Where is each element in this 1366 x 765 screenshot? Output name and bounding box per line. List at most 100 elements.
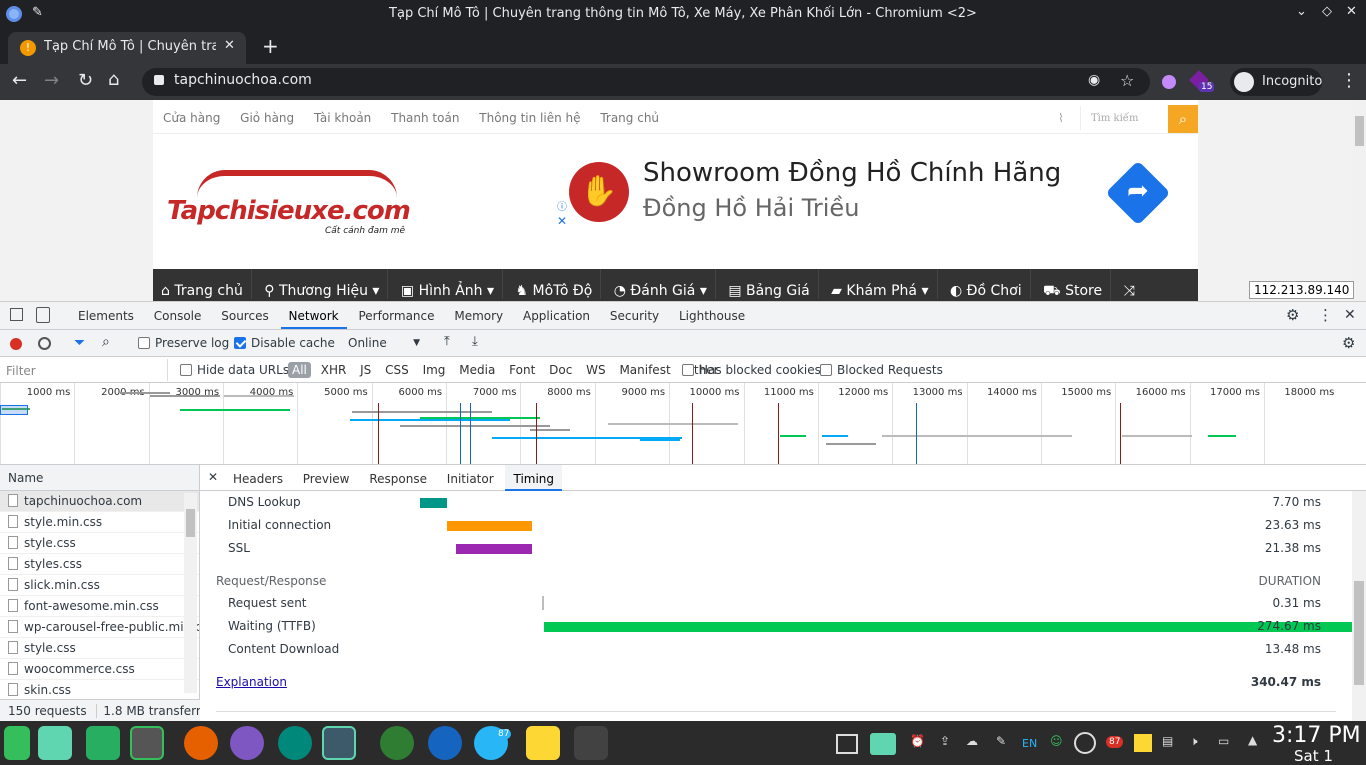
notes-icon[interactable] xyxy=(526,726,560,760)
ad-banner[interactable]: ⓘ ✕ ✋ Showroom Đồng Hồ Chính Hãng Đồng H… xyxy=(555,152,1183,232)
type-manifest[interactable]: Manifest xyxy=(615,362,674,378)
alarm-tray-icon[interactable]: ⏰ xyxy=(910,734,925,748)
blocked-cookies-checkbox[interactable]: Has blocked cookies xyxy=(682,363,821,377)
detail-scrollbar[interactable] xyxy=(1352,491,1366,721)
topnav-checkout[interactable]: Thanh toán xyxy=(391,111,459,125)
volume-icon[interactable]: 🕨 xyxy=(1190,734,1198,749)
x-tray-icon[interactable] xyxy=(1074,732,1096,754)
home-icon[interactable]: ⌂ xyxy=(108,69,119,90)
upload-tray-icon[interactable]: ⇪ xyxy=(940,734,950,748)
site-search-input[interactable]: Tìm kiếm xyxy=(1080,106,1168,130)
page-scrollbar[interactable] xyxy=(1353,100,1366,301)
tab-security[interactable]: Security xyxy=(602,302,667,329)
rss-icon[interactable]: ⌇ xyxy=(1058,111,1064,125)
type-doc[interactable]: Doc xyxy=(545,362,576,378)
preserve-log-checkbox[interactable]: Preserve log xyxy=(138,336,229,350)
blocked-requests-checkbox[interactable]: Blocked Requests xyxy=(820,363,943,377)
reload-icon[interactable]: ↻ xyxy=(78,70,93,91)
request-row[interactable]: font-awesome.min.css xyxy=(0,596,199,617)
address-bar[interactable]: tapchinuochoa.com ◉ ☆ xyxy=(142,68,1150,96)
devtools-menu-icon[interactable]: ⋮ xyxy=(1318,306,1333,324)
ad-close-icon[interactable]: ✕ xyxy=(557,214,567,228)
explanation-link[interactable]: Explanation xyxy=(216,675,287,689)
language-indicator[interactable]: EN xyxy=(1022,737,1037,750)
detail-tab-initiator[interactable]: Initiator xyxy=(439,465,502,491)
export-har-icon[interactable]: ⤓ xyxy=(472,334,478,349)
network-tray-icon[interactable]: ▭ xyxy=(1218,734,1229,748)
request-row[interactable]: slick.min.css xyxy=(0,575,199,596)
shuffle-icon[interactable]: ⤨ xyxy=(1116,269,1143,299)
tab-elements[interactable]: Elements xyxy=(70,302,142,329)
user-tray-icon[interactable]: ☺ xyxy=(1050,734,1063,748)
detail-tab-preview[interactable]: Preview xyxy=(295,465,358,491)
request-list-scroll-thumb[interactable] xyxy=(186,509,195,537)
workspace-icon[interactable] xyxy=(38,726,72,760)
mainnav-prices[interactable]: ▤ Bảng Giá xyxy=(720,269,819,299)
new-tab-button[interactable]: + xyxy=(262,34,279,58)
browser-tab[interactable]: ! Tạp Chí Mô Tô | Chuyên trang ✕ xyxy=(8,32,246,64)
cloud-tray-icon[interactable]: ☁ xyxy=(966,734,978,748)
clipboard-tray-icon[interactable] xyxy=(870,733,896,755)
pidgin-icon[interactable] xyxy=(230,726,264,760)
tab-application[interactable]: Application xyxy=(515,302,598,329)
ad-info-icon[interactable]: ⓘ xyxy=(557,198,567,213)
show-desktop-icon[interactable] xyxy=(836,734,858,754)
clock-time[interactable]: 3:17 PM xyxy=(1272,723,1361,748)
request-row[interactable]: style.css xyxy=(0,533,199,554)
back-icon[interactable]: ← xyxy=(12,70,27,91)
filter-icon[interactable]: ⏷ xyxy=(74,335,85,351)
tab-performance[interactable]: Performance xyxy=(350,302,442,329)
devtools-settings-icon[interactable]: ⚙ xyxy=(1286,306,1299,324)
terminal-icon[interactable] xyxy=(574,726,608,760)
request-row[interactable]: styles.css xyxy=(0,554,199,575)
throttle-select[interactable]: Online ▼ xyxy=(348,336,420,350)
incognito-chip[interactable]: Incognito xyxy=(1230,68,1322,96)
tab-network[interactable]: Network xyxy=(280,302,347,329)
mainnav-store[interactable]: ⛟ Store xyxy=(1035,269,1112,301)
close-detail-icon[interactable]: ✕ xyxy=(208,470,218,484)
type-media[interactable]: Media xyxy=(455,362,499,378)
extension-icon-1[interactable] xyxy=(1162,75,1176,89)
request-list-scrollbar[interactable] xyxy=(184,493,197,693)
filter-input[interactable]: Filter xyxy=(0,359,168,381)
type-css[interactable]: CSS xyxy=(381,362,413,378)
file-manager-icon[interactable] xyxy=(86,726,120,760)
type-font[interactable]: Font xyxy=(505,362,539,378)
mainnav-custom[interactable]: ♞ MôTô Độ xyxy=(507,269,602,299)
request-row[interactable]: wp-carousel-free-public.min.css xyxy=(0,617,199,638)
site-logo[interactable]: Tapchisieuxe.com Cất cánh đam mê xyxy=(167,170,417,240)
tab-lighthouse[interactable]: Lighthouse xyxy=(671,302,753,329)
detail-tab-response[interactable]: Response xyxy=(361,465,435,491)
mainnav-reviews[interactable]: ◔ Đánh Giá ▾ xyxy=(606,269,716,299)
mainnav-explore[interactable]: ▰ Khám Phá ▾ xyxy=(823,269,938,299)
site-search-button[interactable]: ⌕ xyxy=(1168,105,1198,133)
topnav-account[interactable]: Tài khoản xyxy=(314,111,371,125)
type-img[interactable]: Img xyxy=(419,362,450,378)
detail-tab-headers[interactable]: Headers xyxy=(225,465,291,491)
topnav-shop[interactable]: Cửa hàng xyxy=(163,111,220,125)
minimize-icon[interactable]: ⌄ xyxy=(1296,4,1307,19)
request-row[interactable]: style.css xyxy=(0,638,199,659)
mainnav-home[interactable]: ⌂ Trang chủ xyxy=(153,269,252,299)
detail-scroll-thumb[interactable] xyxy=(1354,581,1364,685)
devtools-close-icon[interactable]: ✕ xyxy=(1344,307,1356,323)
globe-icon[interactable] xyxy=(380,726,414,760)
forward-icon[interactable]: → xyxy=(44,70,59,91)
name-column-header[interactable]: Name xyxy=(0,465,199,491)
overview-selection[interactable] xyxy=(0,405,28,415)
detail-tab-timing[interactable]: Timing xyxy=(505,465,563,491)
close-window-icon[interactable]: ✕ xyxy=(1346,4,1357,19)
app-x-icon[interactable] xyxy=(130,726,164,760)
tab-memory[interactable]: Memory xyxy=(446,302,511,329)
network-settings-icon[interactable]: ⚙ xyxy=(1342,334,1355,352)
sticky-tray-icon[interactable] xyxy=(1134,734,1152,752)
device-toolbar-icon[interactable] xyxy=(36,307,50,323)
tab-sources[interactable]: Sources xyxy=(213,302,276,329)
search-icon[interactable]: ⌕ xyxy=(102,334,110,350)
disable-cache-checkbox[interactable]: Disable cache xyxy=(234,336,335,350)
mail-icon[interactable] xyxy=(428,726,462,760)
mainnav-brands[interactable]: ⚲ Thương Hiệu ▾ xyxy=(256,269,389,299)
type-js[interactable]: JS xyxy=(356,362,375,378)
import-har-icon[interactable]: ⤒ xyxy=(444,334,450,349)
tab-console[interactable]: Console xyxy=(146,302,210,329)
